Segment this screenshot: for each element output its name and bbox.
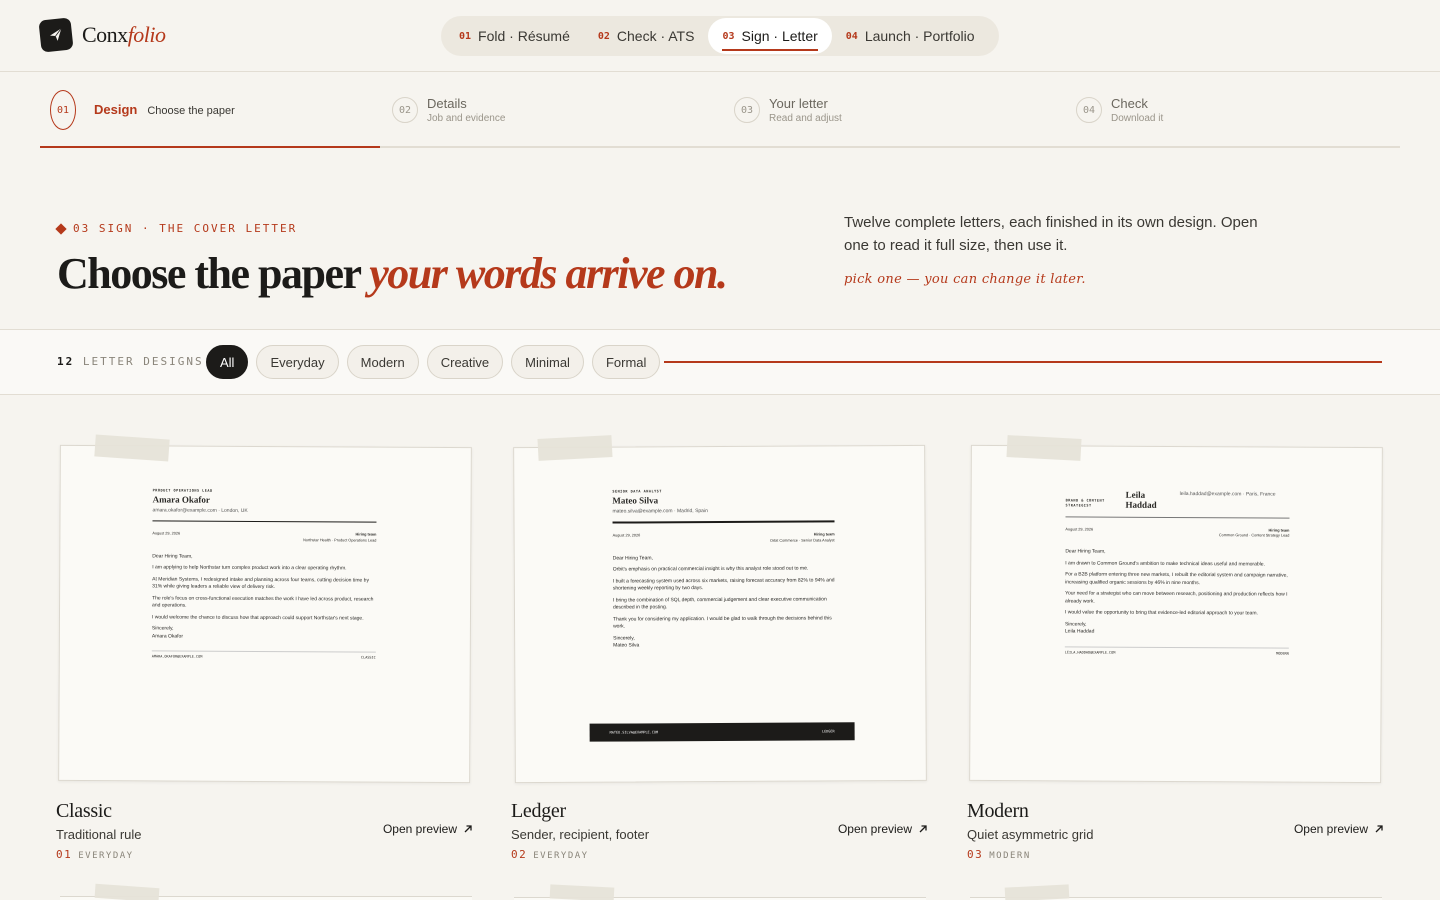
tape-decoration bbox=[549, 884, 615, 900]
letter-preview[interactable]: SENIOR DATA ANALYST Mateo Silva mateo.si… bbox=[513, 444, 927, 784]
filter-chip-modern[interactable]: Modern bbox=[346, 345, 419, 379]
letter-content: BRAND & CONTENT STRATEGIST Leila Haddad … bbox=[1064, 489, 1290, 657]
design-card-classic[interactable]: PRODUCT OPERATIONS LEAD Amara Okafor ama… bbox=[56, 434, 476, 861]
hero-description: Twelve complete letters, each finished i… bbox=[844, 214, 1258, 254]
step-number: 04 bbox=[1076, 97, 1102, 123]
hero-note: pick one — you can change it later. bbox=[844, 272, 1086, 287]
design-count: 12 LETTER DESIGNS bbox=[57, 355, 204, 368]
card-tag: 02 EVERYDAY bbox=[511, 848, 589, 861]
tape-decoration bbox=[1004, 884, 1070, 900]
nav-tab-ats[interactable]: 02 Check · ATS bbox=[584, 18, 709, 54]
design-card-ledger[interactable]: SENIOR DATA ANALYST Mateo Silva mateo.si… bbox=[511, 435, 931, 861]
step-number: 01 bbox=[50, 90, 76, 130]
letter-content: PRODUCT OPERATIONS LEAD Amara Okafor ama… bbox=[151, 488, 377, 661]
letter-preview[interactable]: BRAND & CONTENT STRATEGIST Leila Haddad … bbox=[969, 444, 1383, 784]
design-card-modern[interactable]: BRAND & CONTENT STRATEGIST Leila Haddad … bbox=[967, 435, 1387, 861]
wizard-stepper: 01 Design Choose the paper 02 Details Job … bbox=[40, 72, 1400, 148]
open-preview-button[interactable]: Open preview bbox=[838, 822, 928, 836]
filter-chips: All Everyday Modern Creative Minimal For… bbox=[206, 345, 661, 379]
step-number: 02 bbox=[392, 97, 418, 123]
stepper-progress bbox=[40, 146, 380, 148]
tape-decoration bbox=[537, 435, 613, 461]
card-title: Modern bbox=[967, 800, 1029, 822]
arrow-up-right-icon bbox=[1375, 825, 1383, 833]
step-design[interactable]: 01 Design Choose the paper bbox=[50, 72, 235, 148]
filter-chip-formal[interactable]: Formal bbox=[591, 345, 661, 379]
step-subtitle: Read and adjust bbox=[769, 113, 842, 124]
filter-chip-minimal[interactable]: Minimal bbox=[511, 345, 584, 379]
open-preview-button[interactable]: Open preview bbox=[383, 822, 473, 836]
letter-footer-bar: MATEO.SILVA@EXAMPLE.COM LEDGER bbox=[589, 722, 855, 742]
card-title: Classic bbox=[56, 800, 112, 822]
tape-decoration bbox=[94, 883, 160, 900]
filter-bar: 12 LETTER DESIGNS All Everyday Modern Cr… bbox=[0, 329, 1440, 395]
brand-name: Conxfolio bbox=[82, 22, 166, 47]
step-details[interactable]: 02 Details Job and evidence bbox=[392, 72, 505, 148]
nav-tab-portfolio[interactable]: 04 Launch · Portfolio bbox=[832, 18, 989, 54]
card-tag: 01 EVERYDAY bbox=[56, 848, 134, 861]
step-number: 03 bbox=[734, 97, 760, 123]
arrow-up-right-icon bbox=[919, 825, 927, 833]
letter-content: SENIOR DATA ANALYST Mateo Silva mateo.si… bbox=[612, 489, 835, 649]
step-title: Details bbox=[427, 96, 467, 111]
paper-plane-icon bbox=[38, 17, 74, 53]
filter-chip-creative[interactable]: Creative bbox=[426, 345, 504, 379]
filter-chip-everyday[interactable]: Everyday bbox=[256, 345, 339, 379]
nav-tab-letter[interactable]: 03 Sign · Letter bbox=[708, 18, 832, 54]
step-subtitle: Job and evidence bbox=[427, 113, 506, 124]
nav-tab-resume[interactable]: 01 Fold · Résumé bbox=[445, 18, 584, 54]
step-check[interactable]: 04 Check Download it bbox=[1076, 72, 1163, 148]
filter-divider bbox=[664, 361, 1382, 363]
open-preview-button[interactable]: Open preview bbox=[1294, 822, 1384, 836]
step-title: Check bbox=[1111, 96, 1148, 111]
filter-chip-all[interactable]: All bbox=[206, 345, 249, 379]
step-title: Your letter bbox=[769, 96, 828, 111]
letter-preview[interactable]: PRODUCT OPERATIONS LEAD Amara Okafor ama… bbox=[58, 444, 472, 784]
brand-logo[interactable]: Conxfolio bbox=[38, 17, 166, 53]
tape-decoration bbox=[1006, 435, 1082, 461]
card-title: Ledger bbox=[511, 800, 566, 822]
step-subtitle: Download it bbox=[1111, 113, 1164, 124]
top-bar: Conxfolio 01 Fold · Résumé 02 Check · ATS … bbox=[0, 0, 1440, 72]
diamond-icon bbox=[55, 222, 67, 235]
arrow-up-right-icon bbox=[464, 825, 472, 833]
step-title: Design bbox=[94, 102, 138, 117]
page-title: Choose the paper your words arrive on. bbox=[57, 249, 728, 298]
step-subtitle: Choose the paper bbox=[147, 105, 235, 117]
product-nav: 01 Fold · Résumé 02 Check · ATS 03 Sign · L… bbox=[441, 16, 999, 56]
card-tag: 03 MODERN bbox=[967, 848, 1031, 861]
section-eyebrow: 03 SIGN · THE COVER LETTER bbox=[55, 222, 297, 235]
step-your-letter[interactable]: 03 Your letter Read and adjust bbox=[734, 72, 842, 148]
